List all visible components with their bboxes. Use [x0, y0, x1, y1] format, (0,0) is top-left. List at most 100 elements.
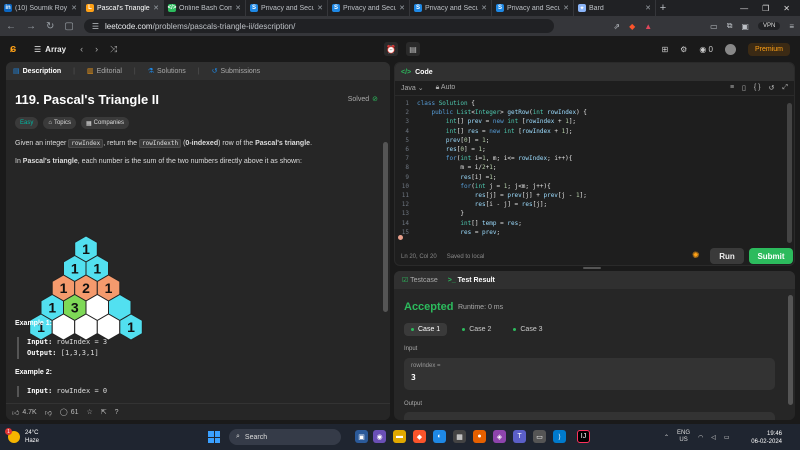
avatar[interactable] [724, 43, 736, 55]
description-scrollbar[interactable] [383, 142, 388, 312]
fullscreen-icon[interactable]: ⤢ [782, 84, 788, 92]
new-tab-button[interactable]: + [656, 0, 670, 16]
close-tab-icon[interactable]: ✕ [563, 4, 569, 12]
browser-tab[interactable]: in(10) Soumik Roy | Linkedin✕ [0, 0, 82, 16]
notes-icon[interactable]: ▤ [406, 42, 420, 56]
browser-tab[interactable]: SPrivacy and Security in Online✕ [410, 0, 492, 16]
extensions-icon[interactable]: ⧉ [727, 21, 733, 31]
streak-counter[interactable]: ◉ 0 [699, 45, 713, 54]
case-2-tab[interactable]: Case 2 [455, 323, 498, 336]
tab-testcase[interactable]: ☑ Testcase [402, 276, 438, 284]
close-window-icon[interactable]: ✕ [783, 4, 790, 13]
file-explorer-icon[interactable]: ▬ [393, 430, 406, 443]
settings-icon[interactable]: ⚙ [680, 45, 687, 54]
minimize-icon[interactable]: — [740, 4, 748, 13]
code-scrollbar[interactable] [787, 103, 792, 243]
reset-icon[interactable]: ↺ [769, 84, 775, 92]
browser-tab[interactable]: </>Online Bash Compiler - online✕ [164, 0, 246, 16]
browser-tab[interactable]: SPrivacy and Security in Online✕ [328, 0, 410, 16]
close-tab-icon[interactable]: ✕ [399, 4, 405, 12]
close-tab-icon[interactable]: ✕ [71, 4, 77, 12]
app-icon[interactable]: ◈ [493, 430, 506, 443]
back-icon[interactable]: ← [6, 21, 16, 32]
chevron-up-icon[interactable]: ⌃ [664, 434, 669, 441]
code-area[interactable]: 1 class Solution {2 public List<Integer> … [395, 99, 785, 247]
share-link-icon[interactable]: ⇱ [101, 408, 107, 416]
help-icon[interactable]: ? [115, 409, 119, 416]
bookmark-icon[interactable]: ▯ [742, 84, 746, 92]
premium-button[interactable]: Premium [747, 42, 790, 56]
weather-widget[interactable]: 1 24°C Haze [0, 428, 120, 445]
battery-icon[interactable]: ▭ [724, 434, 730, 441]
forward-icon[interactable]: → [26, 21, 36, 32]
wifi-icon[interactable]: ◠ [698, 434, 703, 441]
tab-submissions[interactable]: ↺ Submissions [212, 67, 261, 76]
like-button[interactable]: 👍︎ 4.7K [12, 408, 37, 417]
intellij-icon[interactable]: IJ [577, 430, 590, 443]
next-problem-icon[interactable]: › [95, 44, 98, 55]
wallet-icon[interactable]: ▣ [741, 22, 749, 31]
case-1-tab[interactable]: Case 1 [404, 323, 448, 336]
firefox-icon[interactable]: ● [473, 430, 486, 443]
sidebar-toggle-icon[interactable]: ▭ [710, 22, 718, 31]
vpn-button[interactable]: VPN [757, 22, 781, 30]
site-info-icon[interactable]: ☰ [92, 22, 99, 31]
difficulty-badge[interactable]: Easy [15, 117, 39, 129]
task-view-icon[interactable]: ▣ [355, 430, 368, 443]
volume-icon[interactable]: ◁ [711, 434, 716, 441]
url-input[interactable]: ☰ leetcode.com/problems/pascals-triangle… [83, 19, 554, 33]
language-select[interactable]: Java ⌄ [401, 84, 424, 92]
windows-start-icon[interactable] [208, 431, 220, 443]
browser-tab[interactable]: LPascal's Triangle II - LeetCode✕ [82, 0, 164, 16]
reload-icon[interactable]: ↻ [46, 21, 54, 32]
brave-rewards-icon[interactable]: ▲ [644, 22, 652, 31]
close-tab-icon[interactable]: ✕ [317, 4, 323, 12]
close-tab-icon[interactable]: ✕ [645, 4, 651, 12]
browser-tab[interactable]: SPrivacy and Security in Online✕ [492, 0, 574, 16]
menu-icon[interactable]: ≡ [789, 22, 794, 31]
tab-description[interactable]: ▤ Description [13, 67, 61, 76]
star-icon[interactable]: ☆ [86, 408, 92, 416]
problem-list-button[interactable]: ☰ Array [34, 45, 66, 54]
debug-icon[interactable]: ✺ [692, 250, 700, 261]
bookmark-page-icon[interactable]: ▢ [64, 21, 73, 32]
chat-icon[interactable]: ◉ [373, 430, 386, 443]
companies-button[interactable]: ▦ Companies [80, 117, 130, 129]
browser-tab[interactable]: ✦ Bard ✕ [574, 0, 656, 16]
taskbar-search[interactable]: ⌕ Search [229, 429, 341, 445]
submit-button[interactable]: Submit [749, 248, 793, 264]
close-tab-icon[interactable]: ✕ [481, 4, 487, 12]
brave-browser-icon[interactable]: ◆ [413, 430, 426, 443]
auto-mode-toggle[interactable]: 🔒︎ Auto [436, 84, 456, 92]
format-icon[interactable]: ≡ [730, 84, 734, 92]
taskbar-clock[interactable]: 19:46 06-02-2024 [742, 430, 782, 446]
run-button[interactable]: Run [710, 248, 744, 264]
teams-icon[interactable]: T [513, 430, 526, 443]
share-icon[interactable]: ⇗ [613, 22, 620, 31]
case-3-tab[interactable]: Case 3 [506, 323, 549, 336]
tab-solutions[interactable]: ⚗ Solutions [148, 67, 186, 76]
close-tab-icon[interactable]: ✕ [235, 4, 241, 12]
topics-button[interactable]: ⌂ Topics [43, 117, 76, 129]
result-scrollbar[interactable] [788, 295, 793, 405]
brave-shield-icon[interactable]: ◆ [629, 22, 635, 31]
vscode-icon[interactable]: ⟩ [553, 430, 566, 443]
dislike-button[interactable]: 👎︎ [45, 408, 52, 417]
terminal-app-icon[interactable]: ▭ [533, 430, 546, 443]
layout-icon[interactable]: ⊞ [661, 45, 668, 54]
store-icon[interactable]: ▦ [453, 430, 466, 443]
tab-test-result[interactable]: >_ Test Result [448, 277, 495, 284]
tab-editorial[interactable]: ▥ Editorial [87, 67, 122, 76]
browser-tab[interactable]: SPrivacy and Security in Online✕ [246, 0, 328, 16]
shuffle-icon[interactable]: ⤨ [110, 44, 117, 55]
leetcode-logo-icon[interactable]: ɕ [10, 43, 22, 55]
language-indicator[interactable]: ENG US [677, 430, 690, 444]
close-tab-icon[interactable]: ✕ [153, 4, 159, 12]
braces-icon[interactable]: { } [754, 84, 761, 92]
comments-button[interactable]: ◯ 61 [60, 408, 79, 417]
timer-icon[interactable]: ⏰ [384, 42, 398, 56]
edge-icon[interactable]: ◐ [433, 430, 446, 443]
prev-problem-icon[interactable]: ‹ [80, 44, 83, 55]
maximize-icon[interactable]: ❐ [762, 4, 769, 13]
panel-resize-handle[interactable] [583, 267, 601, 269]
